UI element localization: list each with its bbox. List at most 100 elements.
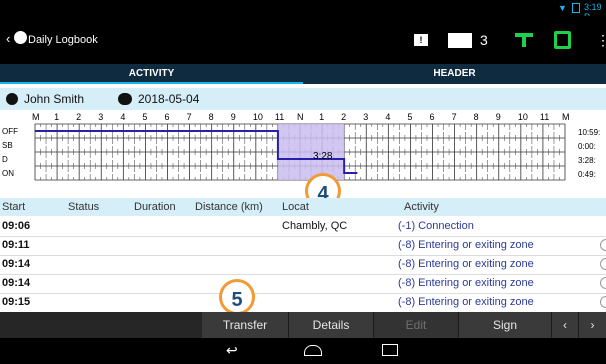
next-page-button[interactable]: ›	[579, 312, 606, 338]
hour-label: 3	[363, 112, 368, 122]
driver-info-row: John Smith 2018-05-04	[0, 88, 606, 110]
message-count: 3	[480, 32, 488, 48]
hour-label: 2	[76, 112, 81, 122]
driver-icon	[6, 93, 18, 105]
truck-icon[interactable]	[554, 31, 571, 49]
hour-label: 4	[385, 112, 390, 122]
action-bar: Transfer Details Edit Sign ‹ ›	[0, 312, 606, 338]
details-button[interactable]: Details	[289, 312, 374, 338]
col-distance: Distance (km)	[195, 201, 263, 213]
system-status-bar: ▼ 3:19 P	[0, 0, 606, 22]
tab-header[interactable]: HEADER	[303, 64, 606, 84]
duty-row-label: OFF	[2, 127, 18, 136]
sign-button[interactable]: Sign	[459, 312, 552, 338]
row-select-radio[interactable]	[600, 239, 606, 251]
log-date: 2018-05-04	[138, 92, 200, 106]
duty-row-label: D	[2, 155, 8, 164]
table-row[interactable]: 09:14 (-8) Entering or exiting zone	[0, 274, 606, 294]
row-time: 09:14	[2, 258, 31, 270]
hour-label: 5	[407, 112, 412, 122]
callout-5: 5	[219, 279, 255, 315]
edit-button[interactable]: Edit	[374, 312, 459, 338]
hour-label: 6	[430, 112, 435, 122]
app-title: Daily Logbook	[28, 34, 98, 46]
table-row[interactable]: 09:15 (-8) Entering or exiting zone	[0, 293, 606, 313]
hour-label: 5	[142, 112, 147, 122]
hour-label: 7	[187, 112, 192, 122]
tab-activity[interactable]: ACTIVITY	[0, 64, 303, 84]
duty-total: 3:28:	[578, 156, 596, 165]
hour-label: 10	[518, 112, 528, 122]
calendar-icon	[118, 93, 132, 105]
system-navigation-bar: ↩	[0, 338, 606, 364]
tab-label: HEADER	[433, 68, 476, 79]
overflow-menu-icon[interactable]: ⋮	[596, 32, 606, 49]
row-select-radio[interactable]	[600, 258, 606, 270]
home-icon[interactable]	[304, 345, 322, 356]
row-location: Chambly, QC	[282, 220, 348, 232]
duty-total: 10:59:	[578, 128, 600, 137]
duty-total: 0:49:	[578, 170, 596, 179]
chevron-right-icon: ›	[590, 318, 595, 332]
hour-label: 7	[452, 112, 457, 122]
hour-label: 11	[540, 112, 549, 122]
back-icon[interactable]: ↩	[226, 342, 238, 359]
antenna-icon[interactable]	[515, 33, 533, 47]
hour-label: 8	[474, 112, 479, 122]
hour-label: 9	[496, 112, 501, 122]
hour-label: 1	[319, 112, 324, 122]
transfer-button[interactable]: Transfer	[202, 312, 289, 338]
hour-label: M	[32, 112, 40, 122]
hour-label: 3	[98, 112, 103, 122]
tab-active-indicator	[0, 82, 303, 84]
duty-total: 0:00:	[578, 142, 596, 151]
recent-apps-icon[interactable]	[382, 344, 398, 356]
col-status: Status	[68, 201, 100, 213]
col-duration: Duration	[134, 201, 176, 213]
row-time: 09:15	[2, 296, 31, 308]
mail-icon[interactable]	[448, 33, 472, 48]
callout-number: 5	[231, 289, 243, 311]
alert-icon[interactable]: !	[414, 34, 428, 46]
row-activity: (-8) Entering or exiting zone	[398, 277, 534, 289]
battery-icon	[572, 3, 580, 13]
hour-label: N	[297, 112, 304, 122]
col-activity: Activity	[404, 201, 439, 213]
col-start: Start	[2, 201, 26, 213]
row-time: 09:06	[2, 220, 31, 232]
hour-label: 6	[165, 112, 170, 122]
app-bar: ‹ Daily Logbook ! 3 ⋮	[0, 16, 606, 64]
duty-status-graph: M 1 2 3 4 5 6 7 8 9 10 11 N 1 2 3 4 5 6 7 8 9 10 11 M OFF SB D ON 3…	[0, 110, 606, 190]
table-row[interactable]: 09:06 Chambly, QC (-1) Connection	[0, 217, 606, 237]
hour-label: 8	[209, 112, 214, 122]
duty-row-label: SB	[2, 141, 13, 150]
row-activity: (-8) Entering or exiting zone	[398, 296, 534, 308]
row-activity: (-1) Connection	[398, 220, 474, 232]
hour-label: 10	[253, 112, 263, 122]
hour-label: 9	[231, 112, 236, 122]
previous-page-button[interactable]: ‹	[552, 312, 579, 338]
hour-label: 11	[275, 112, 284, 122]
row-select-radio[interactable]	[600, 296, 606, 308]
hour-label: M	[562, 112, 570, 122]
app-logo-icon	[14, 31, 27, 44]
chevron-left-icon: ‹	[563, 318, 567, 332]
activity-table-header: Start Status Duration Distance (km) Loca…	[0, 198, 606, 216]
wifi-icon: ▼	[558, 3, 567, 13]
hour-label: 4	[120, 112, 125, 122]
driver-name: John Smith	[24, 92, 85, 106]
highlight-duration: 3:28	[313, 151, 333, 162]
col-location: Locat	[282, 201, 309, 213]
duty-row-label: ON	[2, 169, 14, 178]
hour-label: 1	[54, 112, 59, 122]
back-chevron-icon[interactable]: ‹	[6, 31, 10, 46]
table-row[interactable]: 09:11 (-8) Entering or exiting zone	[0, 236, 606, 256]
tab-bar: ACTIVITY HEADER	[0, 64, 606, 84]
selected-period-highlight	[277, 124, 345, 180]
tab-label: ACTIVITY	[128, 68, 175, 79]
row-time: 09:14	[2, 277, 31, 289]
row-select-radio[interactable]	[600, 277, 606, 289]
table-row[interactable]: 09:14 (-8) Entering or exiting zone	[0, 255, 606, 275]
row-activity: (-8) Entering or exiting zone	[398, 239, 534, 251]
hour-label: 2	[341, 112, 346, 122]
